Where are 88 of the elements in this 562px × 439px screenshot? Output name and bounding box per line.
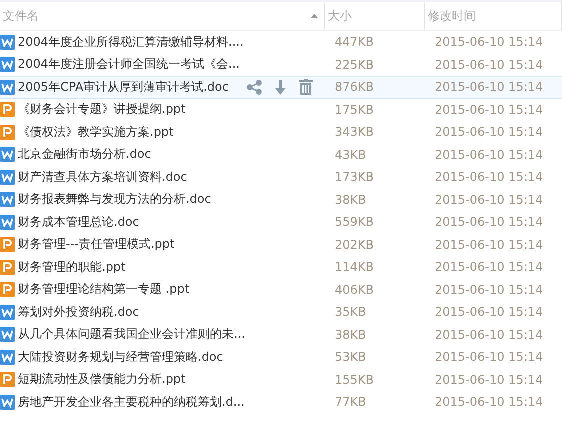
presentation-file-icon <box>0 237 15 252</box>
modified-time: 2015-06-10 15:14 <box>434 282 544 297</box>
file-name: 大陆投资财务规划与经营管理策略.doc <box>18 348 224 366</box>
file-row[interactable]: 财务报表舞弊与发现方法的分析.doc 38KB 2015-06-10 15:14 <box>0 188 562 211</box>
file-name: 《债权法》教学实施方案.ppt <box>18 124 174 141</box>
word-file-icon <box>0 214 15 230</box>
file-row[interactable]: 2004年度企业所得税汇算清缴辅导材料.... 447KB 2015-06-10 15:14 <box>0 31 562 54</box>
file-name: 北京金融街市场分析.doc <box>18 146 152 164</box>
modified-time: 2015-06-10 15:14 <box>434 372 544 387</box>
modified-time: 2015-06-10 15:14 <box>434 260 544 274</box>
file-name: 2004年度企业所得税汇算清缴辅导材料.... <box>18 34 244 51</box>
word-file-icon <box>0 327 15 342</box>
file-row[interactable]: 房地产开发企业各主要税种的纳税筹划.d... 77KB 2015-06-10 15:14 <box>0 391 562 414</box>
file-name: 2005年CPA审计从厚到薄审计考试.doc <box>18 78 229 96</box>
file-name: 房地产开发企业各主要税种的纳税筹划.d... <box>18 394 245 411</box>
file-size: 43KB <box>334 148 368 162</box>
modified-time: 2015-06-10 15:14 <box>434 238 544 252</box>
file-size: 38KB <box>334 192 368 207</box>
file-name: 从几个具体问题看我国企业会计准则的未... <box>18 326 246 344</box>
file-name: 财务管理理论结构第一专题 .ppt <box>18 281 190 298</box>
file-size: 35KB <box>334 305 368 320</box>
modified-time: 2015-06-10 15:14 <box>434 305 544 320</box>
file-size: 876KB <box>334 80 376 94</box>
modified-time: 2015-06-10 15:14 <box>434 125 544 140</box>
modified-time: 2015-06-10 15:14 <box>434 58 544 72</box>
word-file-icon <box>0 57 15 72</box>
file-size: 173KB <box>334 170 376 184</box>
presentation-file-icon <box>0 282 15 298</box>
download-icon[interactable] <box>274 80 287 95</box>
file-row[interactable]: 2005年CPA审计从厚到薄审计考试.doc 876KB 2015-06-10 15:14 <box>0 76 562 98</box>
file-name: 短期流动性及偿债能力分析.ppt <box>18 371 186 388</box>
file-size: 155KB <box>334 372 376 387</box>
file-name: 财务管理的职能.ppt <box>18 258 126 276</box>
file-size: 559KB <box>334 215 376 230</box>
file-row[interactable]: 《债权法》教学实施方案.ppt 343KB 2015-06-10 15:14 <box>0 121 562 144</box>
file-name: 筹划对外投资纳税.doc <box>18 304 140 321</box>
word-file-icon <box>0 394 15 410</box>
modified-time: 2015-06-10 15:14 <box>434 170 544 184</box>
file-size: 53KB <box>334 350 368 364</box>
modified-time: 2015-06-10 15:14 <box>434 215 544 230</box>
presentation-file-icon <box>0 102 15 118</box>
file-size: 175KB <box>334 102 376 117</box>
modified-time: 2015-06-10 15:14 <box>434 395 544 410</box>
modified-time: 2015-06-10 15:14 <box>434 192 544 207</box>
file-row[interactable]: 财务成本管理总论.doc 559KB 2015-06-10 15:14 <box>0 211 562 234</box>
file-name: 财产清查具体方案培训资料.doc <box>18 168 188 186</box>
word-file-icon <box>0 80 15 95</box>
modified-time: 2015-06-10 15:14 <box>434 35 544 50</box>
file-row[interactable]: 2004年度注册会计师全国统一考试《会... 225KB 2015-06-10 15:14 <box>0 54 562 76</box>
file-size: 114KB <box>334 260 376 274</box>
file-size: 77KB <box>334 395 368 410</box>
file-name: 2004年度注册会计师全国统一考试《会... <box>18 56 240 74</box>
modified-time: 2015-06-10 15:14 <box>434 102 544 117</box>
presentation-file-icon <box>0 260 15 275</box>
file-size: 202KB <box>334 238 376 252</box>
file-row[interactable]: 财务管理---责任管理模式.ppt 202KB 2015-06-10 15:14 <box>0 234 562 256</box>
file-size: 406KB <box>334 282 376 297</box>
presentation-file-icon <box>0 372 15 388</box>
file-row[interactable]: 大陆投资财务规划与经营管理策略.doc 53KB 2015-06-10 15:14 <box>0 346 562 368</box>
file-row[interactable]: 短期流动性及偿债能力分析.ppt 155KB 2015-06-10 15:14 <box>0 368 562 391</box>
file-name: 《财务会计专题》讲授提纲.ppt <box>18 101 186 118</box>
presentation-file-icon <box>0 124 15 140</box>
file-name: 财务报表舞弊与发现方法的分析.doc <box>18 191 212 208</box>
file-row[interactable]: 财务管理的职能.ppt 114KB 2015-06-10 15:14 <box>0 256 562 278</box>
word-file-icon <box>0 34 15 50</box>
word-file-icon <box>0 147 15 162</box>
file-size: 225KB <box>334 58 376 72</box>
modified-time: 2015-06-10 15:14 <box>434 148 544 162</box>
file-name: 财务成本管理总论.doc <box>18 214 140 231</box>
file-row[interactable]: 筹划对外投资纳税.doc 35KB 2015-06-10 15:14 <box>0 301 562 324</box>
file-size: 38KB <box>334 328 368 342</box>
file-row[interactable]: 从几个具体问题看我国企业会计准则的未... 38KB 2015-06-10 15:14 <box>0 324 562 346</box>
share-icon[interactable] <box>247 80 262 95</box>
word-file-icon <box>0 192 15 208</box>
word-file-icon <box>0 304 15 320</box>
modified-time: 2015-06-10 15:14 <box>434 328 544 342</box>
file-name: 财务管理---责任管理模式.ppt <box>18 236 175 254</box>
delete-icon[interactable] <box>299 79 313 96</box>
file-row[interactable]: 北京金融街市场分析.doc 43KB 2015-06-10 15:14 <box>0 144 562 166</box>
modified-time: 2015-06-10 15:14 <box>434 350 544 364</box>
file-row[interactable]: 财务管理理论结构第一专题 .ppt 406KB 2015-06-10 15:14 <box>0 278 562 301</box>
modified-time: 2015-06-10 15:14 <box>434 80 544 94</box>
file-size: 343KB <box>334 125 376 140</box>
file-size: 447KB <box>334 35 376 50</box>
file-row[interactable]: 财产清查具体方案培训资料.doc 173KB 2015-06-10 15:14 <box>0 166 562 188</box>
word-file-icon <box>0 170 15 185</box>
word-file-icon <box>0 350 15 365</box>
file-row[interactable]: 《财务会计专题》讲授提纲.ppt 175KB 2015-06-10 15:14 <box>0 98 562 121</box>
